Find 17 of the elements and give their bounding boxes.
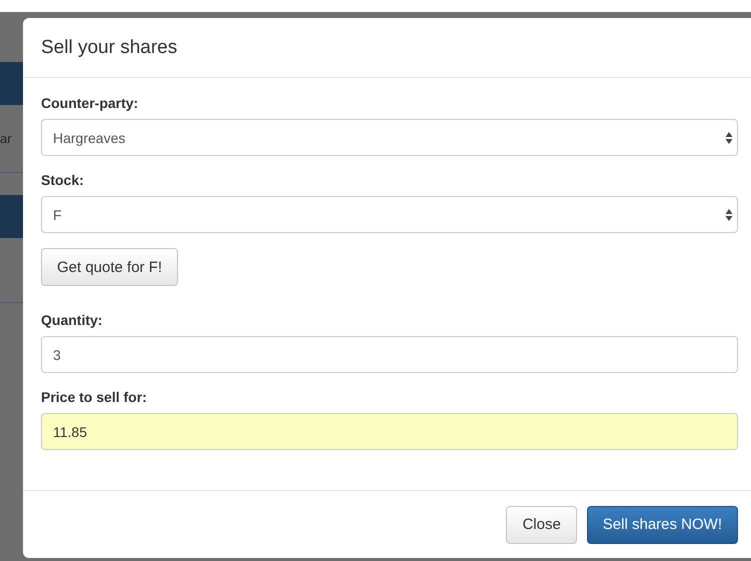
field-label: Quantity: <box>41 311 104 329</box>
select-field[interactable]: F <box>41 196 738 233</box>
background-bar <box>0 62 23 105</box>
sell-button[interactable]: Sell shares NOW! <box>586 506 738 544</box>
get-quote-button[interactable]: Get quote for F! <box>41 248 178 286</box>
field-label: Counter-party: <box>41 94 140 112</box>
close-button[interactable]: Close <box>506 506 577 544</box>
field-label: Price to sell for: <box>41 388 148 406</box>
up-down-arrows-icon <box>725 130 733 144</box>
select-field[interactable]: Hargreaves <box>41 119 738 156</box>
background-text: ar <box>0 131 12 146</box>
input-field[interactable]: 3 <box>41 336 738 373</box>
dialog-title: Sell your shares <box>41 36 178 58</box>
input-field[interactable]: 11.85 <box>41 413 738 450</box>
field-label: Stock: <box>41 171 85 189</box>
background-bar <box>0 195 23 238</box>
up-down-arrows-icon <box>725 208 733 222</box>
